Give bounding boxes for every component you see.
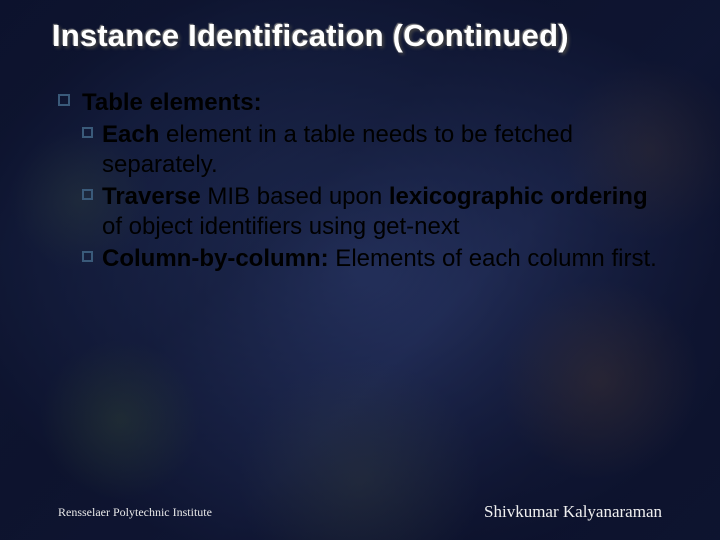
bullet-lead: Traverse [102, 183, 201, 210]
footer-right: Shivkumar Kalyanaraman [484, 502, 662, 522]
bullet-level1: Table elements: [58, 88, 662, 118]
bullet-rest: element in a table needs to be fetched s… [102, 121, 573, 178]
bullet-text: Table elements: [82, 89, 262, 116]
bullet-rest: of object identifiers using get-next [102, 213, 460, 240]
bullet-mid: MIB based upon [201, 183, 389, 210]
bullet-level2: Column-by-column: Elements of each colum… [82, 244, 662, 274]
bullet-em: lexicographic ordering [389, 183, 648, 210]
footer-left: Rensselaer Polytechnic Institute [58, 505, 212, 520]
sub-bullets: Each element in a table needs to be fetc… [58, 120, 662, 274]
bullet-lead: Column-by-column: [102, 245, 329, 272]
bullet-lead: Each [102, 121, 159, 148]
bullet-level2: Traverse MIB based upon lexicographic or… [82, 182, 662, 242]
slide-title: Instance Identification (Continued) [52, 18, 680, 54]
bullet-level2: Each element in a table needs to be fetc… [82, 120, 662, 180]
bullet-rest: Elements of each column first. [329, 245, 657, 272]
slide: Instance Identification (Continued) Tabl… [0, 0, 720, 540]
slide-body: Table elements: Each element in a table … [58, 88, 662, 276]
